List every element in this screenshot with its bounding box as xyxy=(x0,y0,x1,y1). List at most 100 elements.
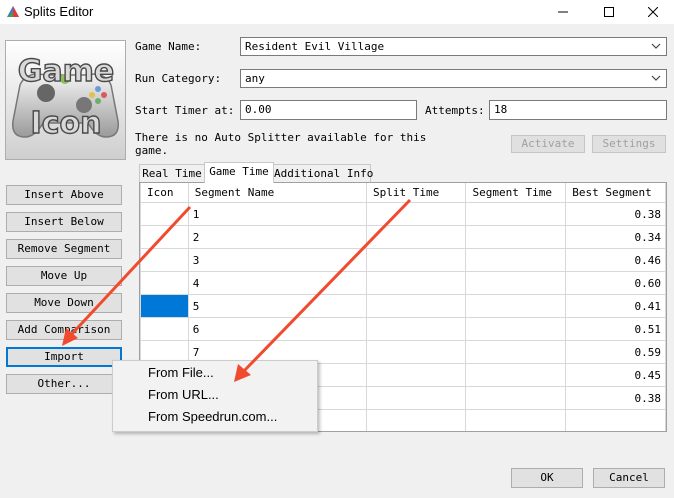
menu-item-from-url[interactable]: From URL... xyxy=(114,384,314,406)
best-segment-cell[interactable]: 0.34 xyxy=(565,225,666,249)
table-row[interactable]: 3 0.46 xyxy=(140,248,666,272)
game-icon-text-line2: Icon xyxy=(31,106,102,141)
best-segment-cell[interactable]: 0.45 xyxy=(565,363,666,387)
split-time-cell[interactable] xyxy=(365,363,467,387)
segment-time-cell[interactable] xyxy=(465,225,567,249)
minimize-icon xyxy=(558,11,568,13)
split-time-cell[interactable] xyxy=(365,386,467,410)
segment-time-cell[interactable] xyxy=(465,271,567,295)
best-segment-cell[interactable]: 0.51 xyxy=(565,317,666,341)
segment-time-cell[interactable] xyxy=(465,409,567,431)
split-time-cell[interactable] xyxy=(365,340,467,364)
segment-time-cell[interactable] xyxy=(465,317,567,341)
column-header-segment-name[interactable]: Segment Name xyxy=(187,183,367,203)
title-bar: Splits Editor xyxy=(0,0,674,24)
run-category-combobox[interactable]: any xyxy=(240,69,667,88)
activate-button[interactable]: Activate xyxy=(511,135,585,153)
start-timer-value: 0.00 xyxy=(245,103,272,116)
game-icon-image: Game Icon xyxy=(6,41,125,159)
split-time-cell[interactable] xyxy=(365,248,467,272)
start-timer-input[interactable]: 0.00 xyxy=(240,100,417,120)
other-button[interactable]: Other... xyxy=(6,374,122,394)
segment-name-cell[interactable]: 1 xyxy=(187,202,367,226)
close-button[interactable] xyxy=(630,0,674,24)
segment-name-cell[interactable]: 5 xyxy=(187,294,367,318)
import-button[interactable]: Import xyxy=(6,347,122,367)
icon-cell[interactable] xyxy=(140,248,189,272)
segment-time-cell[interactable] xyxy=(465,248,567,272)
close-icon xyxy=(648,7,658,17)
split-time-cell[interactable] xyxy=(365,225,467,249)
segment-name-cell[interactable]: 4 xyxy=(187,271,367,295)
best-segment-cell[interactable]: 0.38 xyxy=(565,386,666,410)
game-name-combobox[interactable]: Resident Evil Village xyxy=(240,37,667,56)
icon-cell[interactable] xyxy=(140,202,189,226)
segment-time-cell[interactable] xyxy=(465,386,567,410)
move-up-button[interactable]: Move Up xyxy=(6,266,122,286)
best-segment-cell[interactable]: 0.41 xyxy=(565,294,666,318)
game-icon-box[interactable]: Game Icon xyxy=(5,40,126,160)
game-name-value: Resident Evil Village xyxy=(245,40,385,53)
column-header-best-segment[interactable]: Best Segment xyxy=(565,183,666,203)
tab-game-time[interactable]: Game Time xyxy=(204,162,274,183)
table-row[interactable]: 1 0.38 xyxy=(140,202,666,226)
tab-additional-info[interactable]: Additional Info xyxy=(273,164,373,183)
settings-button[interactable]: Settings xyxy=(592,135,666,153)
chevron-down-icon xyxy=(651,75,661,81)
column-header-split-time[interactable]: Split Time xyxy=(365,183,467,203)
menu-item-from-file[interactable]: From File... xyxy=(114,362,314,384)
minimize-button[interactable] xyxy=(540,0,586,24)
segment-time-cell[interactable] xyxy=(465,294,567,318)
window-title: Splits Editor xyxy=(24,4,94,19)
attempts-value: 18 xyxy=(494,103,508,116)
segment-time-cell[interactable] xyxy=(465,363,567,387)
icon-cell[interactable] xyxy=(140,225,189,249)
game-name-label: Game Name: xyxy=(135,40,202,53)
app-icon xyxy=(7,6,19,17)
insert-below-button[interactable]: Insert Below xyxy=(6,212,122,232)
chevron-down-icon xyxy=(651,43,661,49)
ok-button[interactable]: OK xyxy=(511,468,583,488)
segment-time-cell[interactable] xyxy=(465,202,567,226)
insert-above-button[interactable]: Insert Above xyxy=(6,185,122,205)
add-comparison-button[interactable]: Add Comparison xyxy=(6,320,122,340)
split-time-cell[interactable] xyxy=(365,317,467,341)
table-row[interactable]: 2 0.34 xyxy=(140,225,666,249)
game-icon-text-line1: Game xyxy=(18,54,114,89)
best-segment-cell[interactable]: 0.59 xyxy=(565,340,666,364)
column-header-segment-time[interactable]: Segment Time xyxy=(465,183,567,203)
split-time-cell[interactable] xyxy=(365,202,467,226)
icon-cell-selected[interactable] xyxy=(140,294,189,318)
segment-time-cell[interactable] xyxy=(465,340,567,364)
best-segment-cell[interactable]: 0.60 xyxy=(565,271,666,295)
split-time-cell[interactable] xyxy=(365,271,467,295)
best-segment-cell[interactable] xyxy=(565,409,666,431)
segment-name-cell[interactable]: 6 xyxy=(187,317,367,341)
auto-splitter-text-line2: game. xyxy=(135,144,169,157)
table-header-row: Icon Segment Name Split Time Segment Tim… xyxy=(140,183,666,203)
best-segment-cell[interactable]: 0.38 xyxy=(565,202,666,226)
best-segment-cell[interactable]: 0.46 xyxy=(565,248,666,272)
segment-name-cell[interactable]: 3 xyxy=(187,248,367,272)
attempts-input[interactable]: 18 xyxy=(489,100,667,120)
start-timer-label: Start Timer at: xyxy=(135,104,235,117)
table-row[interactable]: 4 0.60 xyxy=(140,271,666,295)
maximize-icon xyxy=(604,7,614,17)
icon-cell[interactable] xyxy=(140,271,189,295)
tab-real-time[interactable]: Real Time xyxy=(139,164,205,183)
icon-cell[interactable] xyxy=(140,317,189,341)
import-context-menu: From File... From URL... From Speedrun.c… xyxy=(112,360,318,432)
move-down-button[interactable]: Move Down xyxy=(6,293,122,313)
remove-segment-button[interactable]: Remove Segment xyxy=(6,239,122,259)
run-category-label: Run Category: xyxy=(135,72,222,85)
split-time-cell[interactable] xyxy=(365,294,467,318)
segment-name-cell[interactable]: 2 xyxy=(187,225,367,249)
cancel-button[interactable]: Cancel xyxy=(593,468,665,488)
column-header-icon[interactable]: Icon xyxy=(140,183,189,203)
menu-item-from-speedrun[interactable]: From Speedrun.com... xyxy=(114,406,314,428)
maximize-button[interactable] xyxy=(586,0,632,24)
table-row[interactable]: 6 0.51 xyxy=(140,317,666,341)
auto-splitter-text-line1: There is no Auto Splitter available for … xyxy=(135,131,427,144)
table-row[interactable]: 5 0.41 xyxy=(140,294,666,318)
split-time-cell[interactable] xyxy=(365,409,467,431)
